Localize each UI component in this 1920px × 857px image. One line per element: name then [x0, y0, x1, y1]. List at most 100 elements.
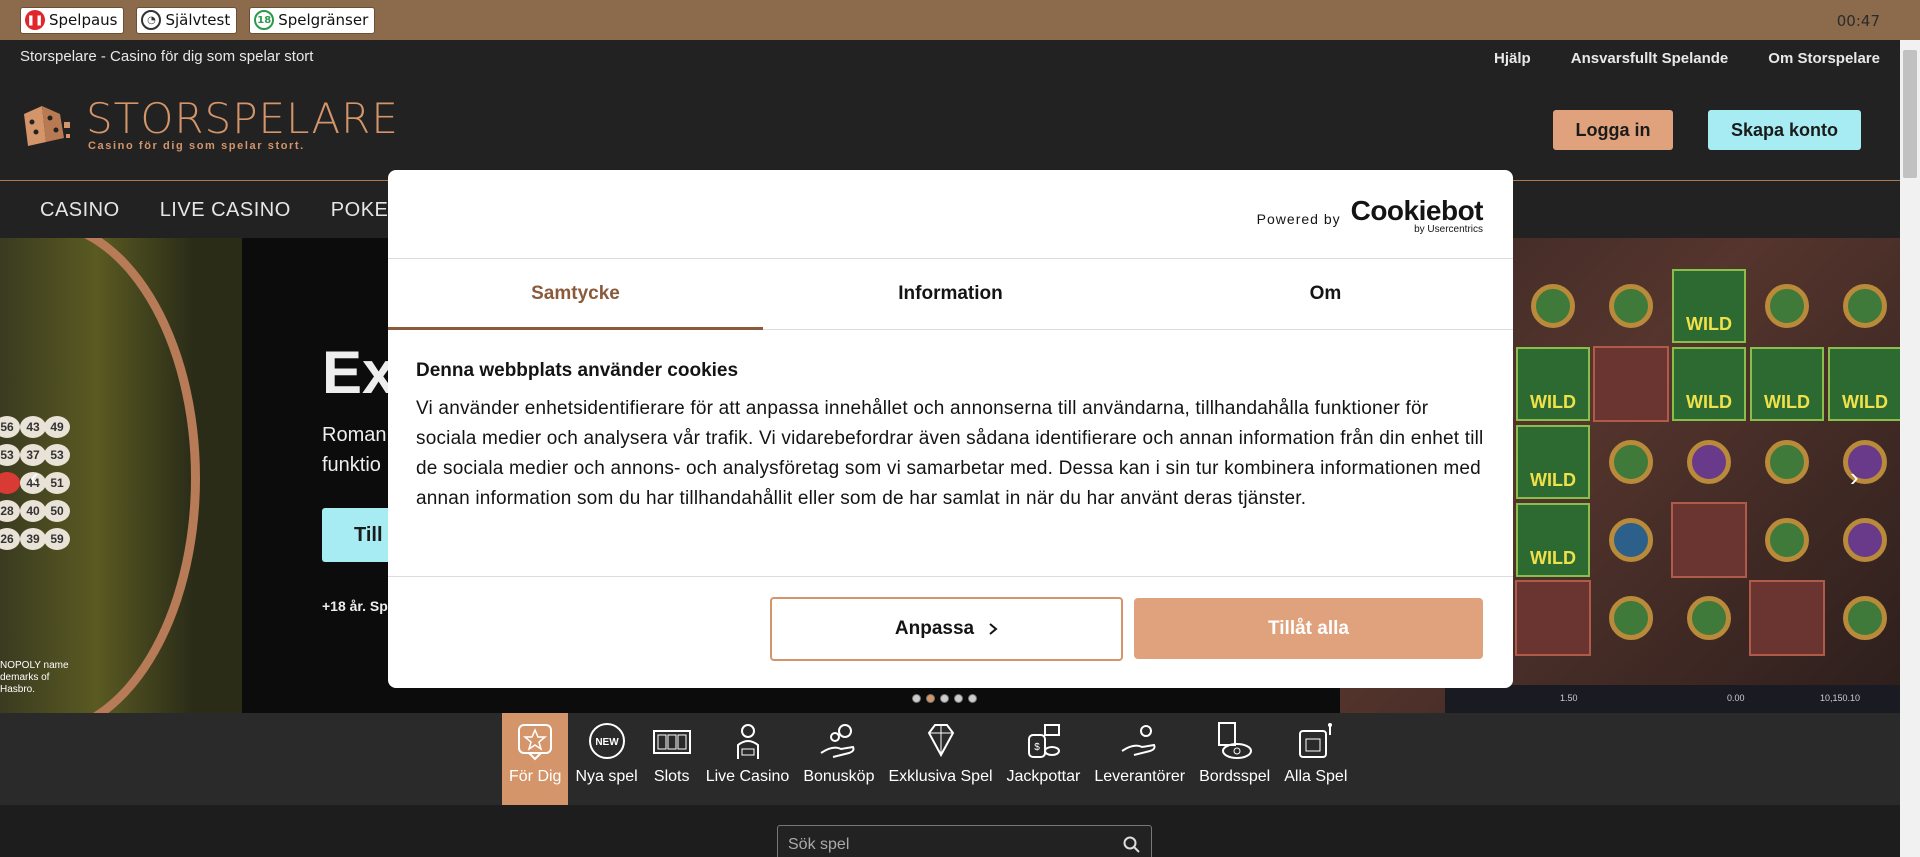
sjalvtest-button[interactable]: ◔ Självtest: [136, 6, 238, 34]
search-icon: [1123, 836, 1140, 853]
search-input[interactable]: Sök spel: [777, 825, 1152, 857]
signup-button[interactable]: Skapa konto: [1708, 110, 1861, 150]
tab-information[interactable]: Information: [763, 259, 1138, 329]
pause-icon: ❚❚: [25, 10, 45, 30]
bingo-ball: 49: [44, 416, 70, 438]
customize-label: Anpassa: [894, 618, 975, 639]
slot-symbol: WILD: [1671, 346, 1747, 422]
site-logo[interactable]: STORSPELARE Casino för dig som spelar st…: [20, 98, 399, 152]
slot-symbol: [1593, 424, 1669, 500]
logo-name: STORSPELARE: [86, 94, 399, 143]
spelpaus-button[interactable]: ❚❚ Spelpaus: [20, 6, 125, 34]
trademark-text: NOPOLY name demarks of Hasbro.: [0, 660, 69, 695]
category-nya-spel[interactable]: NEW Nya spel: [568, 713, 644, 805]
slot-symbol: [1749, 424, 1825, 500]
slot-symbol: [1593, 346, 1669, 422]
bonus-hand-icon: [819, 721, 859, 761]
bingo-ball: 39: [20, 528, 46, 550]
category-jackpottar[interactable]: $ Jackpottar: [1000, 713, 1088, 805]
shield-symbol: [1531, 284, 1575, 328]
category-label: Slots: [653, 768, 690, 785]
bingo-ball: 59: [44, 528, 70, 550]
responsible-gaming-link[interactable]: Ansvarsfullt Spelande: [1571, 50, 1729, 67]
sjalvtest-label: Självtest: [165, 11, 231, 29]
help-link[interactable]: Hjälp: [1494, 50, 1531, 67]
cookiebot-brand: Cookiebot: [1350, 195, 1484, 226]
bingo-ball: 51: [44, 472, 70, 494]
slot-symbol: WILD: [1515, 502, 1591, 578]
jackpot-icon: $: [1023, 721, 1063, 761]
search-area: Sök spel: [0, 805, 1900, 857]
wild-symbol: WILD: [1516, 425, 1590, 499]
category-label: Jackpottar: [1006, 768, 1081, 785]
carousel-dot[interactable]: [968, 694, 977, 703]
bingo-ball: 50: [44, 500, 70, 522]
spelgranser-button[interactable]: 18 Spelgränser: [249, 6, 376, 34]
dice-logo-icon: [20, 102, 72, 148]
hero-subtitle: Roman funktio: [322, 420, 386, 480]
shield-symbol: [1609, 284, 1653, 328]
carousel-dot[interactable]: [954, 694, 963, 703]
customize-button[interactable]: Anpassa: [770, 597, 1123, 661]
carousel-dot[interactable]: [912, 694, 921, 703]
carousel-dot[interactable]: [940, 694, 949, 703]
slot-symbol: [1671, 580, 1747, 656]
slot-machine-icon: [652, 721, 692, 761]
slot-symbol: [1827, 580, 1900, 656]
carousel-next-icon[interactable]: ›: [1850, 462, 1859, 493]
dialog-footer: Anpassa Tillåt alla: [388, 577, 1513, 687]
slot-symbol: [1671, 502, 1747, 578]
shield-symbol: [1609, 440, 1653, 484]
carousel-prev-icon[interactable]: ‹: [30, 462, 39, 493]
category-leverantörer[interactable]: Leverantörer: [1087, 713, 1192, 805]
scroll-thumb[interactable]: [1903, 50, 1917, 178]
carousel-dot[interactable]: [926, 694, 935, 703]
slot-symbol: [1515, 268, 1591, 344]
svg-text:$: $: [1035, 742, 1041, 753]
top-links: Hjälp Ansvarsfullt Spelande Om Storspela…: [1494, 50, 1880, 67]
slot-symbol: WILD: [1827, 346, 1900, 422]
shield-symbol: [1609, 596, 1653, 640]
about-link[interactable]: Om Storspelare: [1768, 50, 1880, 67]
page-scrollbar[interactable]: [1900, 40, 1920, 857]
shield-symbol: [1765, 440, 1809, 484]
category-för-dig[interactable]: För Dig: [502, 713, 569, 805]
cookiebot-logo[interactable]: Cookiebot by Usercentrics: [1350, 195, 1484, 236]
category-label: För Dig: [509, 768, 562, 785]
allow-all-button[interactable]: Tillåt alla: [1134, 598, 1483, 659]
slot-symbol: [1749, 580, 1825, 656]
category-exklusiva-spel[interactable]: Exklusiva Spel: [881, 713, 999, 805]
category-alla-spel[interactable]: Alla Spel: [1277, 713, 1354, 805]
cookie-consent-dialog: Powered by Cookiebot by Usercentrics Sam…: [388, 170, 1513, 688]
slot-symbol: [1671, 424, 1747, 500]
hero-subtitle-line1: Roman: [322, 424, 387, 446]
login-button[interactable]: Logga in: [1553, 110, 1673, 150]
new-badge-icon: NEW: [587, 721, 627, 761]
wild-symbol: WILD: [1672, 347, 1746, 421]
diamond-icon: [921, 721, 961, 761]
category-live-casino[interactable]: Live Casino: [699, 713, 797, 805]
nav-casino[interactable]: CASINO: [40, 199, 120, 222]
tab-samtycke[interactable]: Samtycke: [388, 259, 763, 330]
site-header: Storspelare - Casino för dig som spelar …: [0, 40, 1900, 181]
slot-symbol: WILD: [1671, 268, 1747, 344]
session-clock: 00:47: [1836, 12, 1880, 30]
category-label: Bordsspel: [1199, 768, 1271, 785]
hero-age-text: +18 år. Sp: [322, 598, 388, 614]
slot-grid: WILD WILD WILD WILD WILD WILD WILD: [1515, 268, 1900, 656]
hero-subtitle-line2: funktio: [322, 454, 381, 476]
wild-symbol: WILD: [1750, 347, 1824, 421]
tab-om[interactable]: Om: [1138, 259, 1513, 329]
dialog-tabs: Samtycke Information Om: [388, 259, 1513, 330]
hero-title: Ex: [322, 339, 396, 406]
slot-symbol: [1593, 502, 1669, 578]
gauge-icon: ◔: [141, 10, 162, 30]
shield-symbol: [1843, 284, 1887, 328]
slot-symbol: [1593, 268, 1669, 344]
category-bonusköp[interactable]: Bonusköp: [796, 713, 881, 805]
site-tagline: Storspelare - Casino för dig som spelar …: [20, 48, 314, 65]
search-placeholder: Sök spel: [788, 836, 850, 853]
category-slots[interactable]: Slots: [645, 713, 699, 805]
category-bordsspel[interactable]: Bordsspel: [1192, 713, 1277, 805]
nav-live-casino[interactable]: LIVE CASINO: [160, 199, 291, 222]
